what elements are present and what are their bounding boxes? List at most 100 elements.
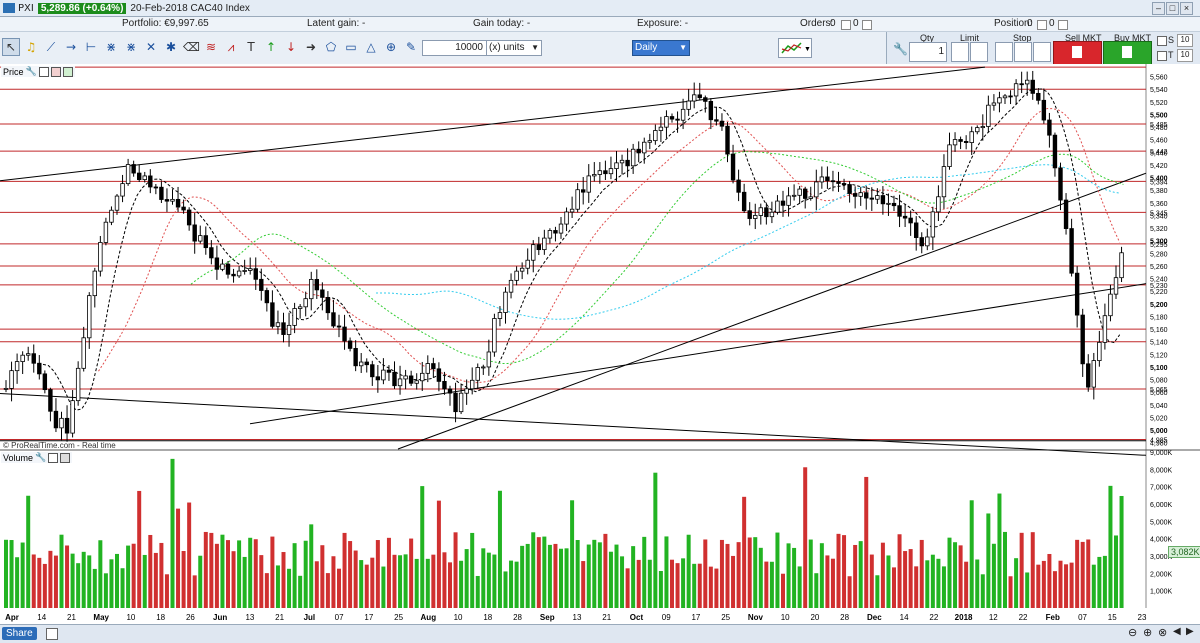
volume-bar: [153, 552, 158, 608]
stop-buy-button[interactable]: [995, 42, 1013, 62]
order-qty-input[interactable]: 1: [909, 42, 947, 62]
price-window-icon[interactable]: [38, 66, 49, 77]
screenshot-icon[interactable]: [46, 628, 58, 640]
candle-body: [375, 376, 381, 381]
stop-sell-button[interactable]: [1014, 42, 1032, 62]
gann-tool-icon[interactable]: ✱: [162, 38, 180, 56]
s-checkbox[interactable]: [1157, 36, 1167, 46]
alert-bell-icon[interactable]: ♫: [22, 38, 40, 56]
horizontal-line-icon[interactable]: →: [62, 38, 80, 56]
down-arrow-icon[interactable]: ↓: [282, 38, 300, 56]
candle-body: [791, 194, 797, 197]
scroll-left-icon[interactable]: ◀: [1173, 626, 1181, 637]
volume-close-icon[interactable]: [60, 452, 71, 463]
stop-extra-button[interactable]: [1033, 42, 1051, 62]
limit-buy-button[interactable]: [951, 42, 969, 62]
wave-icon[interactable]: ⩘: [222, 38, 240, 56]
volume-bar: [109, 559, 114, 608]
volume-bar: [947, 537, 952, 608]
candle-body: [697, 94, 702, 99]
share-button[interactable]: Share: [2, 627, 37, 640]
volume-bar: [953, 542, 958, 608]
position-toggle-icon[interactable]: [1037, 20, 1047, 30]
maximize-icon[interactable]: □: [1166, 2, 1179, 15]
volume-bar: [425, 558, 430, 608]
candle-body: [1102, 315, 1108, 343]
orders-toggle-icon[interactable]: [841, 20, 851, 30]
x-axis-label: 13: [573, 613, 582, 622]
candle-body: [464, 388, 469, 394]
candle-body: [980, 126, 985, 129]
wrench-icon[interactable]: 🔧: [893, 42, 908, 56]
volume-bar: [459, 560, 464, 608]
chart-area[interactable]: 5,5605,5405,5205,5005,4855,4805,4605,442…: [0, 64, 1200, 624]
rectangle-icon[interactable]: ▭: [342, 38, 360, 56]
fibonacci-icon[interactable]: ⋇: [102, 38, 120, 56]
candle-body: [1080, 314, 1085, 365]
s-value[interactable]: 10: [1177, 34, 1193, 47]
candle-body: [919, 237, 924, 247]
price-add-icon[interactable]: [62, 66, 73, 77]
candle-body: [1091, 360, 1096, 388]
trash-icon[interactable]: ⌫: [182, 38, 200, 56]
volume-bar: [564, 548, 569, 608]
position-toggle-icon-2[interactable]: [1058, 20, 1068, 30]
up-arrow-icon[interactable]: ↑: [262, 38, 280, 56]
timeframe-select[interactable]: Daily ▼: [632, 40, 690, 56]
zigzag-icon[interactable]: ≋: [202, 38, 220, 56]
volume-bar: [115, 553, 119, 608]
polygon-icon[interactable]: ⬠: [322, 38, 340, 56]
x-axis-label: 14: [37, 613, 46, 622]
volume-bar: [26, 495, 31, 608]
orders-toggle-icon-2[interactable]: [862, 20, 872, 30]
zoom-in-icon[interactable]: ⊕: [1143, 626, 1152, 639]
buy-mkt-button[interactable]: [1103, 41, 1152, 65]
x-axis-label: Oct: [630, 613, 644, 622]
price-settings-icon[interactable]: 🔧: [26, 66, 37, 77]
text-tool-icon[interactable]: T: [242, 38, 260, 56]
t-checkbox[interactable]: [1157, 51, 1167, 61]
pencil-icon[interactable]: ✎: [402, 38, 420, 56]
close-icon[interactable]: ×: [1180, 2, 1193, 15]
limit-sell-button[interactable]: [970, 42, 988, 62]
target-icon[interactable]: ⊕: [382, 38, 400, 56]
candle-body: [497, 312, 503, 319]
candle-body: [875, 195, 880, 200]
price-maximize-icon[interactable]: [50, 66, 61, 77]
price-tick-label: 5,280: [1150, 251, 1168, 258]
zoom-search-icon[interactable]: ⊗: [1158, 626, 1167, 639]
candle-body: [309, 279, 314, 300]
triangle-icon[interactable]: △: [362, 38, 380, 56]
right-arrow-icon[interactable]: ➜: [302, 38, 320, 56]
candle-body: [120, 183, 125, 197]
volume-bar: [559, 548, 563, 608]
price-tick-label: 5,120: [1150, 352, 1168, 359]
volume-bar: [758, 547, 763, 608]
minimize-icon[interactable]: –: [1152, 2, 1165, 15]
candle-body: [997, 97, 1002, 104]
candle-body: [819, 176, 825, 183]
units-select[interactable]: (x) units ▼: [486, 40, 542, 56]
quantity-input[interactable]: 10000: [422, 40, 487, 56]
line-tool-icon[interactable]: ⟋: [42, 38, 60, 56]
candle-body: [336, 325, 342, 328]
cursor-icon[interactable]: ↖: [2, 38, 20, 56]
candle-body: [325, 296, 331, 314]
volume-bar: [126, 545, 131, 608]
volume-bar: [775, 532, 780, 608]
chart-type-select[interactable]: ▼: [778, 38, 812, 58]
fan-tool-icon[interactable]: ✕: [142, 38, 160, 56]
price-tick-label: 5,220: [1150, 289, 1168, 296]
channel-tool-icon[interactable]: ⋇: [122, 38, 140, 56]
x-axis-label: Sep: [540, 613, 555, 622]
zoom-out-icon[interactable]: ⊖: [1128, 626, 1137, 639]
volume-window-icon[interactable]: [48, 452, 59, 463]
x-axis-label: 07: [1078, 613, 1087, 622]
sell-mkt-button[interactable]: [1053, 41, 1102, 65]
candle-body: [453, 392, 458, 413]
hline-tool-icon[interactable]: ⊢: [82, 38, 100, 56]
scroll-right-icon[interactable]: ▶: [1186, 626, 1194, 637]
volume-settings-icon[interactable]: 🔧: [35, 452, 46, 463]
volume-bar: [919, 539, 924, 608]
t-value[interactable]: 10: [1177, 49, 1193, 62]
